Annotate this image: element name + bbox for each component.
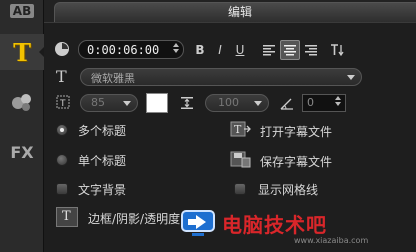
text-background-checkbox[interactable] — [56, 183, 68, 195]
clock-icon — [55, 42, 69, 56]
bold-button[interactable]: B — [192, 42, 208, 58]
sidebar-title-button[interactable]: T — [0, 34, 45, 70]
font-size-icon: T — [56, 95, 70, 109]
border-shadow-label[interactable]: 边框/阴影/透明度 — [88, 210, 180, 227]
align-left-icon[interactable] — [262, 43, 276, 57]
fx-icon: FX — [10, 142, 34, 162]
single-title-radio[interactable] — [56, 154, 68, 166]
computer-watermark-icon — [181, 210, 215, 236]
multi-title-label: 多个标题 — [78, 124, 127, 138]
sidebar-effects-button[interactable] — [0, 84, 44, 120]
angle-icon — [280, 98, 293, 110]
ab-icon: AB — [9, 4, 35, 18]
angle-spinner[interactable] — [334, 95, 342, 111]
title-t-small-icon: T — [62, 209, 71, 224]
font-family-dropdown[interactable]: 微软雅黑 — [80, 68, 362, 86]
font-t-icon: T — [56, 67, 67, 86]
italic-button[interactable]: I — [212, 42, 228, 58]
open-subtitle-label[interactable]: 打开字幕文件 — [260, 123, 332, 140]
effects-icon — [12, 94, 31, 111]
svg-text:T: T — [59, 99, 66, 109]
line-spacing-dropdown[interactable]: 100 — [205, 94, 269, 112]
underline-button[interactable]: U — [232, 42, 248, 58]
watermark-text: 电脑技术吧 — [222, 213, 327, 237]
edit-panel: 0:00:06:00 B I U T 微软雅黑 T 85 100 0 多个标题 … — [44, 22, 416, 252]
border-shadow-button[interactable]: T — [56, 207, 78, 227]
tab-edit[interactable]: 编辑 — [54, 2, 416, 22]
angle-field[interactable]: 0 — [302, 94, 346, 112]
tab-bar: 编辑 — [44, 0, 416, 22]
chevron-down-icon — [123, 101, 131, 106]
show-grid-checkbox[interactable] — [234, 183, 246, 195]
show-grid-label: 显示网格线 — [258, 183, 319, 197]
title-t-icon: T — [13, 37, 31, 67]
save-subtitle-label[interactable]: 保存字幕文件 — [260, 153, 332, 170]
multi-title-radio[interactable] — [56, 124, 68, 136]
align-center-button[interactable] — [280, 40, 300, 60]
align-center-icon — [284, 45, 296, 56]
watermark-url: www.xiazaiba.com — [294, 236, 369, 245]
line-spacing-icon — [181, 97, 193, 109]
vertical-text-icon[interactable] — [329, 42, 345, 58]
save-subtitle-icon[interactable] — [230, 151, 252, 169]
text-background-label: 文字背景 — [78, 183, 127, 197]
timecode-spinner[interactable] — [172, 42, 180, 58]
left-sidebar: AB T FX — [0, 0, 45, 252]
color-swatch[interactable] — [146, 93, 168, 113]
svg-text:T: T — [234, 123, 242, 136]
align-right-icon[interactable] — [304, 43, 318, 57]
chevron-down-icon — [254, 101, 262, 106]
sidebar-ab-button[interactable]: AB — [0, 0, 44, 22]
chevron-down-icon — [347, 75, 355, 80]
open-subtitle-icon[interactable]: T — [230, 121, 252, 139]
timecode-field[interactable]: 0:00:06:00 — [78, 40, 184, 59]
font-size-dropdown[interactable]: 85 — [80, 94, 138, 112]
sidebar-fx-button[interactable]: FX — [0, 134, 44, 170]
single-title-label: 单个标题 — [78, 154, 127, 168]
